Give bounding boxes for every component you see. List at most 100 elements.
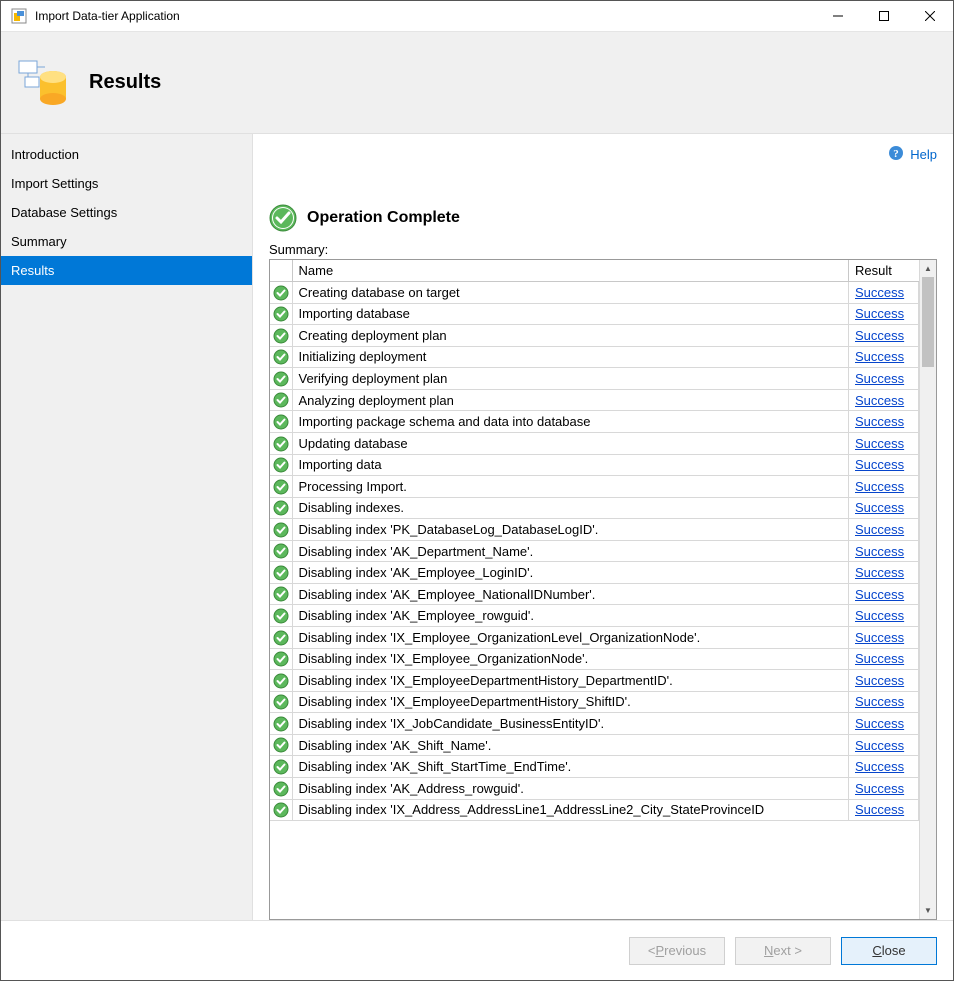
table-row: Initializing deploymentSuccess [270,346,919,368]
row-status-icon [270,346,292,368]
row-result[interactable]: Success [849,476,919,498]
row-result[interactable]: Success [849,756,919,778]
table-row: Verifying deployment planSuccess [270,368,919,390]
row-result[interactable]: Success [849,799,919,821]
row-name: Importing database [292,303,849,325]
row-status-icon [270,713,292,735]
row-name: Importing package schema and data into d… [292,411,849,433]
row-status-icon [270,476,292,498]
close-button-footer[interactable]: Close [841,937,937,965]
row-status-icon [270,282,292,304]
row-name: Updating database [292,432,849,454]
row-result[interactable]: Success [849,691,919,713]
row-result[interactable]: Success [849,713,919,735]
row-status-icon [270,368,292,390]
table-row: Creating database on targetSuccess [270,282,919,304]
row-result[interactable]: Success [849,454,919,476]
row-result[interactable]: Success [849,346,919,368]
sidebar-item-introduction[interactable]: Introduction [1,140,252,169]
row-status-icon [270,734,292,756]
row-name: Disabling index 'AK_Employee_rowguid'. [292,605,849,627]
scrollbar[interactable]: ▲ ▼ [919,260,936,919]
row-result[interactable]: Success [849,303,919,325]
row-result[interactable]: Success [849,627,919,649]
page-title: Results [89,71,161,94]
sidebar-item-summary[interactable]: Summary [1,227,252,256]
sidebar-item-results[interactable]: Results [1,256,252,285]
row-status-icon [270,648,292,670]
table-row: Disabling index 'AK_Employee_rowguid'.Su… [270,605,919,627]
table-row: Disabling index 'IX_Employee_Organizatio… [270,627,919,649]
row-result[interactable]: Success [849,432,919,454]
row-name: Disabling index 'IX_EmployeeDepartmentHi… [292,670,849,692]
row-result[interactable]: Success [849,670,919,692]
row-status-icon [270,540,292,562]
close-button[interactable] [907,1,953,31]
row-name: Disabling index 'IX_Employee_Organizatio… [292,648,849,670]
row-result[interactable]: Success [849,282,919,304]
row-result[interactable]: Success [849,389,919,411]
col-name[interactable]: Name [292,260,849,282]
table-row: Disabling index 'AK_Shift_Name'.Success [270,734,919,756]
row-status-icon [270,325,292,347]
row-result[interactable]: Success [849,519,919,541]
table-row: Disabling index 'AK_Address_rowguid'.Suc… [270,777,919,799]
table-row: Importing databaseSuccess [270,303,919,325]
table-row: Processing Import.Success [270,476,919,498]
help-icon[interactable]: ? [888,145,904,164]
col-result[interactable]: Result [849,260,919,282]
row-name: Importing data [292,454,849,476]
row-status-icon [270,432,292,454]
table-row: Disabling index 'AK_Employee_LoginID'.Su… [270,562,919,584]
row-result[interactable]: Success [849,734,919,756]
row-name: Disabling index 'AK_Shift_Name'. [292,734,849,756]
row-status-icon [270,583,292,605]
row-result[interactable]: Success [849,540,919,562]
scroll-thumb[interactable] [922,277,934,367]
maximize-button[interactable] [861,1,907,31]
table-row: Updating databaseSuccess [270,432,919,454]
row-result[interactable]: Success [849,368,919,390]
titlebar: Import Data-tier Application [1,1,953,32]
row-result[interactable]: Success [849,411,919,433]
summary-label: Summary: [269,242,937,257]
previous-button: < Previous [629,937,725,965]
row-status-icon [270,411,292,433]
row-status-icon [270,562,292,584]
row-result[interactable]: Success [849,583,919,605]
row-name: Disabling index 'IX_Address_AddressLine1… [292,799,849,821]
table-row: Disabling index 'IX_Employee_Organizatio… [270,648,919,670]
row-name: Disabling index 'AK_Department_Name'. [292,540,849,562]
row-status-icon [270,605,292,627]
row-status-icon [270,454,292,476]
table-row: Importing package schema and data into d… [270,411,919,433]
row-name: Disabling index 'AK_Employee_LoginID'. [292,562,849,584]
scroll-down-icon[interactable]: ▼ [920,902,936,919]
row-status-icon [270,627,292,649]
minimize-button[interactable] [815,1,861,31]
row-result[interactable]: Success [849,497,919,519]
sidebar-item-import-settings[interactable]: Import Settings [1,169,252,198]
row-status-icon [270,303,292,325]
table-row: Disabling index 'AK_Department_Name'.Suc… [270,540,919,562]
sidebar-item-database-settings[interactable]: Database Settings [1,198,252,227]
row-name: Disabling index 'AK_Employee_NationalIDN… [292,583,849,605]
row-result[interactable]: Success [849,562,919,584]
row-result[interactable]: Success [849,325,919,347]
row-status-icon [270,756,292,778]
row-result[interactable]: Success [849,777,919,799]
row-name: Disabling index 'IX_EmployeeDepartmentHi… [292,691,849,713]
row-name: Disabling index 'AK_Address_rowguid'. [292,777,849,799]
col-icon[interactable] [270,260,292,282]
row-name: Initializing deployment [292,346,849,368]
svg-text:?: ? [894,148,900,160]
success-icon [269,204,297,232]
row-result[interactable]: Success [849,648,919,670]
row-status-icon [270,691,292,713]
help-link[interactable]: Help [910,147,937,162]
row-result[interactable]: Success [849,605,919,627]
table-row: Disabling index 'IX_Address_AddressLine1… [270,799,919,821]
scroll-up-icon[interactable]: ▲ [920,260,936,277]
table-row: Disabling index 'AK_Shift_StartTime_EndT… [270,756,919,778]
wizard-icon [15,55,71,111]
